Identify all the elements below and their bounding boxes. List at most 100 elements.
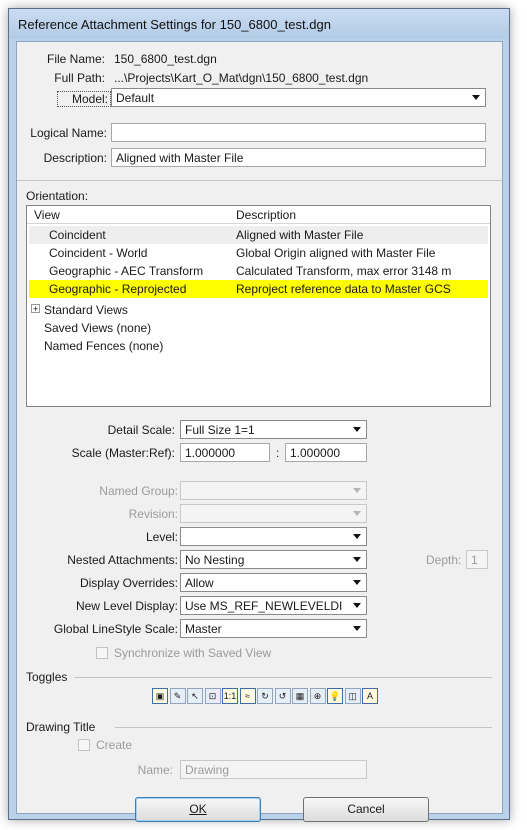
orientation-view-cell: Coincident - World <box>49 246 148 260</box>
chevron-down-icon <box>353 488 361 493</box>
linestyle-scale-value: Master <box>185 622 222 636</box>
chevron-down-icon <box>353 534 361 539</box>
toggles-label: Toggles <box>26 670 68 684</box>
detail-scale-dropdown[interactable]: Full Size 1=1 <box>180 420 367 439</box>
orientation-tree-label: Named Fences (none) <box>44 339 164 353</box>
nested-attachments-value: No Nesting <box>185 553 245 567</box>
sync-saved-view-label: Synchronize with Saved View <box>114 646 272 660</box>
orientation-description-cell: Reproject reference data to Master GCS <box>236 282 451 296</box>
linestyle-scale-dropdown[interactable]: Master <box>180 619 367 638</box>
clip-boundary-icon[interactable]: ◫ <box>344 688 361 704</box>
detail-scale-value: Full Size 1=1 <box>185 423 255 437</box>
file-name-value: 150_6800_test.dgn <box>114 52 217 66</box>
column-header-view[interactable]: View <box>34 208 60 222</box>
new-level-display-value: Use MS_REF_NEWLEVELDI <box>185 599 343 613</box>
toggles-toolbar: ▣ ✎ ↖ ⊡ 1:1 ≈ ↻ ↺ ▦ ⊕ 💡 ◫ A <box>152 688 382 706</box>
cancel-button-label: Cancel <box>347 802 385 816</box>
chevron-down-icon <box>353 626 361 631</box>
dialog-body: File Name: 150_6800_test.dgn Full Path: … <box>16 41 503 822</box>
display-overrides-value: Allow <box>185 576 214 590</box>
chevron-down-icon <box>472 95 480 100</box>
locate-toggle-icon[interactable]: ↖ <box>187 688 203 704</box>
orientation-label: Orientation: <box>26 189 89 203</box>
logical-name-input[interactable] <box>111 123 486 142</box>
use-lights-icon[interactable]: 💡 <box>327 688 343 704</box>
revision-dropdown[interactable] <box>180 504 367 523</box>
named-group-label: Named Group: <box>99 484 178 498</box>
level-dropdown[interactable] <box>180 527 367 546</box>
reference-attachment-dialog: Reference Attachment Settings for 150_68… <box>8 8 510 822</box>
ok-button-label: OK <box>189 802 207 816</box>
orientation-row[interactable]: Geographic - AEC Transform Calculated Tra… <box>29 262 488 280</box>
display-toggle-icon[interactable]: ▣ <box>152 688 168 704</box>
depth-label: Depth: <box>426 553 462 567</box>
toggles-divider <box>74 677 492 678</box>
drawing-title-divider <box>115 727 492 728</box>
orientation-description-cell: Aligned with Master File <box>236 228 364 242</box>
list-header: View Description <box>27 206 490 224</box>
orientation-row[interactable]: Coincident Aligned with Master File <box>29 226 488 244</box>
ok-button[interactable]: OK <box>135 797 261 822</box>
cancel-button[interactable]: Cancel <box>303 797 429 822</box>
treat-as-element-icon[interactable]: ⊕ <box>309 688 326 704</box>
master-scale-input[interactable]: 1.000000 <box>180 443 270 462</box>
divider <box>17 180 502 181</box>
orientation-row[interactable]: Coincident - World Global Origin aligned … <box>29 244 488 262</box>
level-label: Level: <box>145 530 178 544</box>
ignore-attachment-icon[interactable]: ⊡ <box>204 688 221 704</box>
scale-ratio-label: Scale (Master:Ref): <box>71 446 175 460</box>
model-value: Default <box>116 91 155 105</box>
orientation-view-cell: Geographic - AEC Transform <box>49 264 204 278</box>
rotate-left-icon[interactable]: ↻ <box>257 688 273 704</box>
full-path-label: Full Path: <box>54 71 105 85</box>
orientation-tree-label: Saved Views (none) <box>44 321 152 335</box>
drawing-name-input[interactable]: Drawing <box>180 760 367 779</box>
detail-scale-label: Detail Scale: <box>107 423 175 437</box>
orientation-description-cell: Calculated Transform, max error 3148 m <box>236 264 452 278</box>
chevron-down-icon <box>353 427 361 432</box>
orientation-list[interactable]: View Description Coincident Aligned with … <box>26 205 491 407</box>
display-overrides-dropdown[interactable]: Allow <box>180 573 367 592</box>
create-drawing-checkbox[interactable] <box>78 739 90 751</box>
title-bar[interactable]: Reference Attachment Settings for 150_68… <box>9 9 509 39</box>
ref-scale-input[interactable]: 1.000000 <box>285 443 367 462</box>
expand-icon[interactable]: + <box>31 304 40 314</box>
orientation-view-cell: Coincident <box>49 228 106 242</box>
sync-saved-view-checkbox[interactable] <box>96 647 108 659</box>
scale-colon: : <box>276 446 280 460</box>
linestyle-scale-label: Global LineStyle Scale: <box>53 622 178 636</box>
column-header-description[interactable]: Description <box>236 208 296 222</box>
annotation-scale-icon[interactable]: A <box>362 688 378 704</box>
orientation-tree-label: Standard Views <box>44 303 128 317</box>
chevron-down-icon <box>353 580 361 585</box>
chevron-down-icon <box>353 511 361 516</box>
true-scale-toggle-icon[interactable]: 1:1 <box>222 688 238 704</box>
description-label: Description: <box>43 151 107 165</box>
create-drawing-label: Create <box>96 738 133 752</box>
chevron-down-icon <box>353 603 361 608</box>
named-group-dropdown[interactable] <box>180 481 367 500</box>
new-level-display-dropdown[interactable]: Use MS_REF_NEWLEVELDI <box>180 596 367 615</box>
nested-attachments-dropdown[interactable]: No Nesting <box>180 550 367 569</box>
full-path-value: ...\Projects\Kart_O_Mat\dgn\150_6800_tes… <box>114 71 369 85</box>
logical-name-label: Logical Name: <box>30 126 107 140</box>
orientation-description-cell: Global Origin aligned with Master File <box>236 246 436 260</box>
rotate-right-icon[interactable]: ↺ <box>274 688 291 704</box>
model-dropdown[interactable]: Default <box>111 88 486 107</box>
chevron-down-icon <box>353 557 361 562</box>
window-title: Reference Attachment Settings for 150_68… <box>18 17 331 32</box>
raster-display-icon[interactable]: ▦ <box>292 688 308 704</box>
scale-linestyles-icon[interactable]: ≈ <box>239 688 256 704</box>
description-input[interactable]: Aligned with Master File <box>111 148 486 167</box>
snap-toggle-icon[interactable]: ✎ <box>169 688 186 704</box>
revision-label: Revision: <box>128 507 178 521</box>
model-label: Model: <box>57 91 111 107</box>
orientation-view-cell: Geographic - Reprojected <box>49 282 187 296</box>
file-name-label: File Name: <box>46 52 105 66</box>
orientation-row[interactable]: Geographic - Reprojected Reproject refere… <box>29 280 488 298</box>
nested-attachments-label: Nested Attachments: <box>67 553 178 567</box>
drawing-name-label: Name: <box>137 763 173 777</box>
display-overrides-label: Display Overrides: <box>79 576 178 590</box>
drawing-title-label: Drawing Title <box>26 720 96 734</box>
depth-input[interactable]: 1 <box>466 550 488 569</box>
